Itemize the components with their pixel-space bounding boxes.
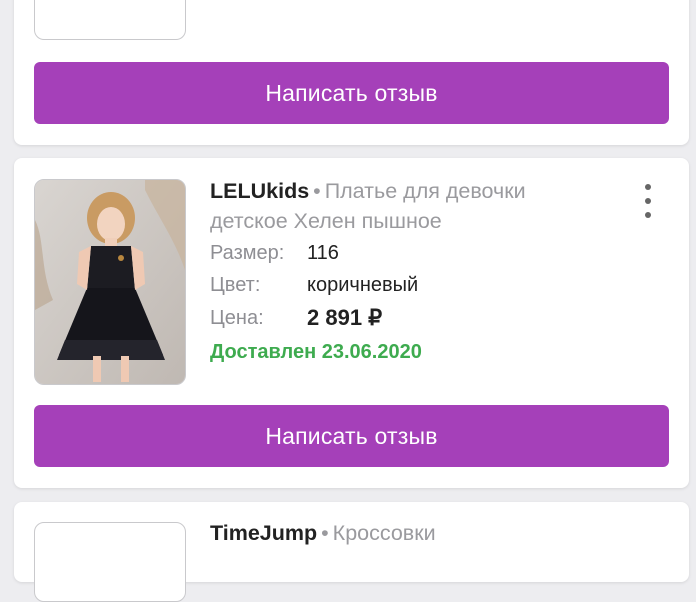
product-thumbnail[interactable]: [34, 0, 186, 40]
order-card: LELUkids • Платье для девочки детское Хеле…: [14, 158, 689, 488]
price-value: 2 891 ₽: [307, 305, 383, 330]
color-row: Цвет: коричневый: [210, 274, 418, 297]
avito-watermark: Avito: [592, 502, 673, 530]
price-row: Цена: 2 891 ₽: [210, 305, 382, 330]
more-vertical-icon[interactable]: [637, 184, 659, 218]
order-card: Написать отзыв: [14, 0, 689, 145]
product-thumbnail[interactable]: [34, 522, 186, 602]
brand-name: TimeJump: [210, 521, 318, 545]
write-review-button[interactable]: Написать отзыв: [34, 405, 669, 467]
dress-photo-icon: [35, 180, 185, 384]
brand-name: LELUkids: [210, 179, 310, 203]
separator-dot: •: [313, 179, 321, 203]
svg-text:Avito: Avito: [618, 504, 672, 529]
color-value: коричневый: [307, 274, 419, 296]
write-review-button[interactable]: Написать отзыв: [34, 62, 669, 124]
size-row: Размер: 116: [210, 242, 339, 265]
delivery-status: Доставлен 23.06.2020: [210, 341, 422, 363]
price-label: Цена:: [210, 307, 264, 329]
product-title[interactable]: TimeJump • Кроссовки: [210, 518, 600, 548]
product-title[interactable]: LELUkids • Платье для девочки детское Хеле…: [210, 176, 600, 236]
size-label: Размер:: [210, 242, 285, 264]
avito-logo-icon: Avito: [590, 498, 690, 532]
product-image[interactable]: [34, 179, 186, 385]
size-value: 116: [307, 242, 339, 264]
product-name: Кроссовки: [332, 521, 436, 545]
separator-dot: •: [321, 521, 329, 545]
order-card: TimeJump • Кроссовки: [14, 502, 689, 602]
color-label: Цвет:: [210, 274, 261, 296]
